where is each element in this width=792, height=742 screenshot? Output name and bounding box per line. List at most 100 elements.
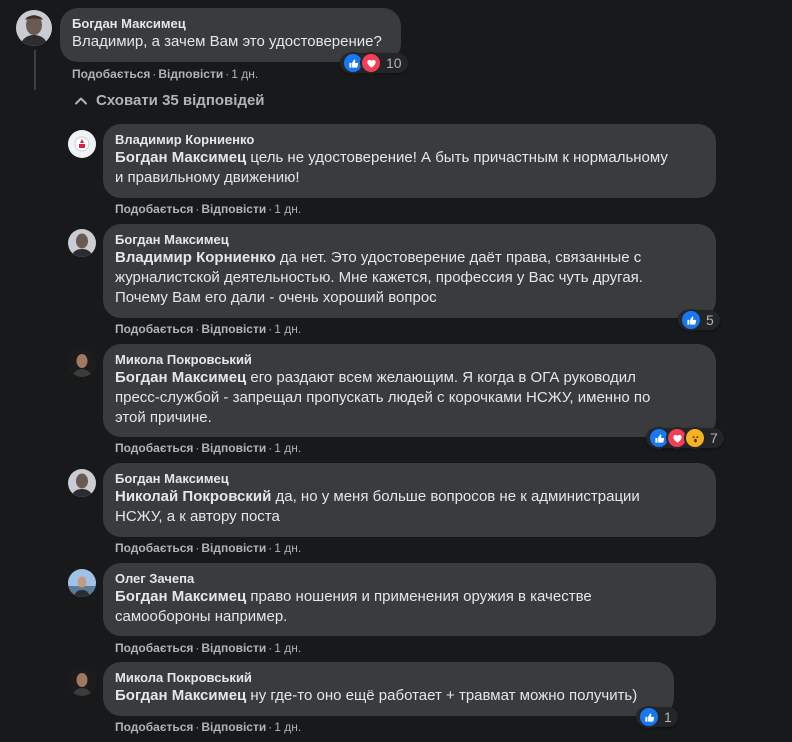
avatar-photo bbox=[16, 10, 52, 46]
separator: · bbox=[268, 202, 273, 216]
like-button[interactable]: Подобається bbox=[72, 67, 150, 81]
reply-text-line: этой причине. bbox=[115, 409, 212, 426]
avatar-photo bbox=[68, 469, 96, 497]
reply-bubble: Микола Покровський Богдан Максимец ну гд… bbox=[103, 662, 674, 716]
chevron-up-icon bbox=[75, 97, 87, 104]
reply-text-line: самообороны например. bbox=[115, 608, 288, 625]
reply-author[interactable]: Богдан Максимец bbox=[115, 471, 704, 487]
thread-line bbox=[34, 50, 36, 90]
comment-actions: Подобається · Відповісти · 1 дн. bbox=[72, 66, 258, 82]
reaction-summary[interactable]: 7 bbox=[646, 427, 724, 449]
reply-text-line: Почему Вам его дали - очень хороший вопр… bbox=[115, 289, 437, 306]
reply-text: Николай Покровский да, но у меня больше … bbox=[115, 488, 640, 505]
reply-text: Богдан Максимец ну где-то оно ещё работа… bbox=[115, 687, 638, 704]
avatar[interactable] bbox=[68, 668, 96, 696]
reaction-summary[interactable]: 5 bbox=[678, 309, 720, 331]
avatar[interactable] bbox=[68, 569, 96, 597]
mention-link[interactable]: Богдан Максимец bbox=[115, 149, 246, 166]
reply-button[interactable]: Відповісти bbox=[201, 541, 266, 555]
reply-bubble: Олег Зачепа Богдан Максимец право ношени… bbox=[103, 563, 716, 636]
separator: · bbox=[225, 67, 230, 81]
like-button[interactable]: Подобається bbox=[115, 441, 193, 455]
reaction-summary[interactable]: 10 bbox=[340, 52, 408, 74]
reply-time[interactable]: 1 дн. bbox=[274, 720, 301, 734]
separator: · bbox=[195, 720, 200, 734]
reply-text-line: журналистской деятельностью. Мне кажется… bbox=[115, 269, 643, 286]
love-icon bbox=[360, 52, 382, 74]
separator: · bbox=[268, 720, 273, 734]
reaction-count: 1 bbox=[664, 709, 672, 725]
reply-author[interactable]: Владимир Корниенко bbox=[115, 132, 704, 148]
comment-text: Владимир, а зачем Вам это удостоверение? bbox=[72, 33, 382, 50]
reply-text-line: НСЖУ, а к автору поста bbox=[115, 508, 280, 525]
like-icon bbox=[680, 309, 702, 331]
avatar-photo bbox=[68, 130, 96, 158]
mention-link[interactable]: Богдан Максимец bbox=[115, 369, 246, 386]
separator: · bbox=[268, 641, 273, 655]
comment-author[interactable]: Богдан Максимец bbox=[72, 16, 389, 32]
reply-text-line: пресс-службой - запрещал пропускать люде… bbox=[115, 389, 651, 406]
reply-author[interactable]: Микола Покровський bbox=[115, 670, 662, 686]
hide-replies-label: Сховати 35 відповідей bbox=[96, 92, 265, 109]
reply-text: Владимир Корниенко да нет. Это удостовер… bbox=[115, 249, 642, 266]
reply-time[interactable]: 1 дн. bbox=[274, 641, 301, 655]
like-button[interactable]: Подобається bbox=[115, 720, 193, 734]
reply-time[interactable]: 1 дн. bbox=[274, 202, 301, 216]
separator: · bbox=[268, 322, 273, 336]
reply-author[interactable]: Микола Покровський bbox=[115, 352, 704, 368]
reply-actions: Подобається · Відповісти · 1 дн. bbox=[115, 640, 301, 656]
reaction-count: 10 bbox=[386, 55, 402, 71]
mention-link[interactable]: Богдан Максимец bbox=[115, 687, 246, 704]
reply-button[interactable]: Відповісти bbox=[158, 67, 223, 81]
reaction-summary[interactable]: 1 bbox=[636, 706, 678, 728]
avatar-photo bbox=[68, 229, 96, 257]
reply-button[interactable]: Відповісти bbox=[201, 202, 266, 216]
reply-button[interactable]: Відповісти bbox=[201, 641, 266, 655]
comments-thread: Богдан Максимец Владимир, а зачем Вам эт… bbox=[0, 0, 792, 742]
reply-time[interactable]: 1 дн. bbox=[274, 322, 301, 336]
mention-link[interactable]: Николай Покровский bbox=[115, 488, 271, 505]
avatar[interactable] bbox=[68, 469, 96, 497]
reply-author[interactable]: Богдан Максимец bbox=[115, 232, 704, 248]
reply-bubble: Богдан Максимец Николай Покровский да, н… bbox=[103, 463, 716, 537]
separator: · bbox=[195, 322, 200, 336]
mention-link[interactable]: Владимир Корниенко bbox=[115, 249, 276, 266]
reply-time[interactable]: 1 дн. bbox=[274, 541, 301, 555]
reply-author[interactable]: Олег Зачепа bbox=[115, 571, 704, 587]
reply-time[interactable]: 1 дн. bbox=[274, 441, 301, 455]
like-button[interactable]: Подобається bbox=[115, 541, 193, 555]
reply-actions: Подобається · Відповісти · 1 дн. bbox=[115, 201, 301, 217]
avatar[interactable] bbox=[68, 130, 96, 158]
hide-replies-button[interactable]: Сховати 35 відповідей bbox=[74, 92, 265, 109]
avatar[interactable] bbox=[68, 349, 96, 377]
reply-actions: Подобається · Відповісти · 1 дн. bbox=[115, 440, 301, 456]
like-button[interactable]: Подобається bbox=[115, 641, 193, 655]
top-edge bbox=[0, 0, 792, 4]
reply-bubble: Владимир Корниенко Богдан Максимец цель … bbox=[103, 124, 716, 198]
like-icon bbox=[638, 706, 660, 728]
reply-button[interactable]: Відповісти bbox=[201, 322, 266, 336]
reply-text: Богдан Максимец цель не удостоверение! А… bbox=[115, 149, 668, 166]
like-button[interactable]: Подобається bbox=[115, 322, 193, 336]
avatar[interactable] bbox=[68, 229, 96, 257]
reaction-count: 5 bbox=[706, 312, 714, 328]
avatar-photo bbox=[68, 569, 96, 597]
mention-link[interactable]: Богдан Максимец bbox=[115, 588, 246, 605]
reply-text: Богдан Максимец право ношения и применен… bbox=[115, 588, 592, 605]
reply-button[interactable]: Відповісти bbox=[201, 441, 266, 455]
reply-actions: Подобається · Відповісти · 1 дн. bbox=[115, 321, 301, 337]
reaction-count: 7 bbox=[710, 430, 718, 446]
separator: · bbox=[152, 67, 157, 81]
like-button[interactable]: Подобається bbox=[115, 202, 193, 216]
comment-time[interactable]: 1 дн. bbox=[231, 67, 258, 81]
reply-actions: Подобається · Відповісти · 1 дн. bbox=[115, 540, 301, 556]
reply-bubble: Богдан Максимец Владимир Корниенко да не… bbox=[103, 224, 716, 318]
avatar[interactable] bbox=[16, 10, 52, 46]
avatar-photo bbox=[68, 668, 96, 696]
separator: · bbox=[268, 441, 273, 455]
separator: · bbox=[195, 641, 200, 655]
avatar-photo bbox=[68, 349, 96, 377]
reply-button[interactable]: Відповісти bbox=[201, 720, 266, 734]
separator: · bbox=[195, 202, 200, 216]
separator: · bbox=[195, 541, 200, 555]
